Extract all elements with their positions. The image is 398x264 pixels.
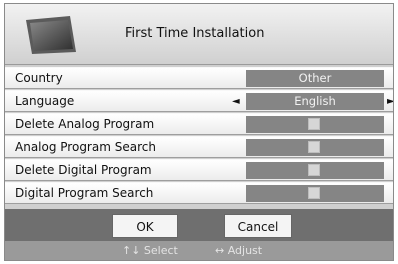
key-hint-bar: ↑↓ Select ↔ Adjust [5, 241, 393, 260]
select-hint: ↑↓ Select [122, 244, 178, 257]
row-delete-digital-program[interactable]: Delete Digital Program [5, 159, 393, 181]
row-digital-program-search[interactable]: Digital Program Search [5, 182, 393, 204]
row-label: Country [15, 71, 63, 85]
left-arrow-icon[interactable]: ◄ [232, 91, 240, 112]
analog-search-checkbox[interactable] [308, 141, 320, 153]
delete-digital-checkbox[interactable] [308, 164, 320, 176]
row-label: Digital Program Search [15, 186, 154, 200]
right-arrow-icon[interactable]: ► [387, 91, 393, 112]
row-label: Analog Program Search [15, 140, 156, 154]
settings-list: Country Other Language ◄ English ► Delet… [5, 67, 393, 205]
cancel-button[interactable]: Cancel [224, 214, 292, 238]
installation-dialog: First Time Installation Country Other La… [4, 3, 394, 261]
row-delete-analog-program[interactable]: Delete Analog Program [5, 113, 393, 135]
row-analog-program-search[interactable]: Analog Program Search [5, 136, 393, 158]
row-language[interactable]: Language ◄ English ► [5, 90, 393, 112]
delete-analog-checkbox[interactable] [308, 118, 320, 130]
tv-icon [26, 16, 76, 54]
adjust-hint: ↔ Adjust [215, 244, 263, 257]
ok-button[interactable]: OK [112, 214, 178, 238]
dialog-title: First Time Installation [125, 26, 265, 41]
country-value[interactable]: Other [246, 70, 384, 87]
button-bar: OK Cancel [5, 209, 393, 241]
row-label: Language [15, 94, 75, 108]
row-label: Delete Analog Program [15, 117, 155, 131]
language-value[interactable]: English [246, 93, 384, 110]
row-label: Delete Digital Program [15, 163, 152, 177]
row-country[interactable]: Country Other [5, 67, 393, 89]
digital-search-checkbox[interactable] [308, 187, 320, 199]
dialog-header: First Time Installation [5, 4, 393, 65]
